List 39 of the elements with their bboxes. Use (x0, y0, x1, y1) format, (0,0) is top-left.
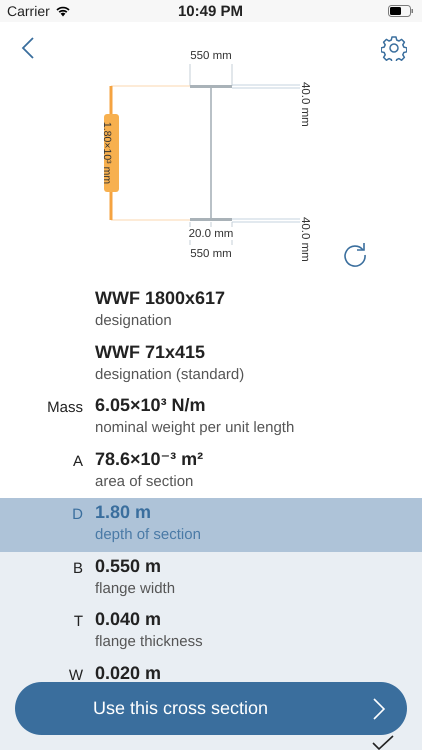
property-description: area of section (95, 472, 194, 490)
depth-label: 1.80×10³ mm (101, 114, 119, 192)
rotate-button[interactable] (342, 241, 368, 267)
settings-button[interactable] (381, 35, 407, 61)
property-value: 0.040 m (95, 609, 162, 630)
property-value: WWF 1800x617 (95, 288, 226, 309)
flange-width-dimension (190, 64, 232, 86)
back-button[interactable] (21, 36, 35, 60)
dimension-label: 20.0 mm (188, 228, 234, 240)
property-symbol: W (68, 666, 83, 684)
property-description: flange width (95, 580, 176, 596)
property-value: 0.020 m (95, 662, 162, 684)
dimension-label: 550 mm (190, 248, 232, 260)
property-symbol: A (72, 452, 83, 470)
status-time: 10:49 PM (178, 2, 244, 20)
carrier-name: Carrier (7, 3, 50, 19)
property-value: 0.550 m (95, 556, 162, 576)
property-description: designation (95, 312, 173, 329)
selected-row-highlight[interactable]: D 1.80 m depth of section (0, 498, 422, 552)
property-symbol: B (72, 560, 83, 576)
use-cross-section-button[interactable]: Use this cross section (15, 682, 407, 735)
wifi-icon (54, 5, 71, 17)
dimension-label: 550 mm (190, 50, 232, 62)
property-description: depth of section (95, 526, 201, 543)
property-symbol: Mass (47, 399, 83, 416)
chevron-icon (373, 698, 385, 720)
battery-icon (388, 5, 414, 17)
property-value: 6.05×10³ N/m (95, 395, 207, 416)
property-symbol: T (74, 613, 83, 630)
property-description: nominal weight per unit length (95, 419, 294, 436)
dimension-label: 40.0 mm (299, 217, 311, 262)
property-symbol: D (72, 506, 83, 523)
property-description: flange thickness (95, 633, 203, 650)
property-value: WWF 71x415 (95, 342, 206, 362)
web-thickness-dimension (190, 222, 232, 246)
dimension-label: 40.0 mm (299, 82, 311, 127)
property-value: 1.80 m (95, 502, 152, 523)
property-value: 78.6×10⁻³ m² (95, 448, 204, 470)
property-description: designation (standard) (95, 366, 244, 382)
